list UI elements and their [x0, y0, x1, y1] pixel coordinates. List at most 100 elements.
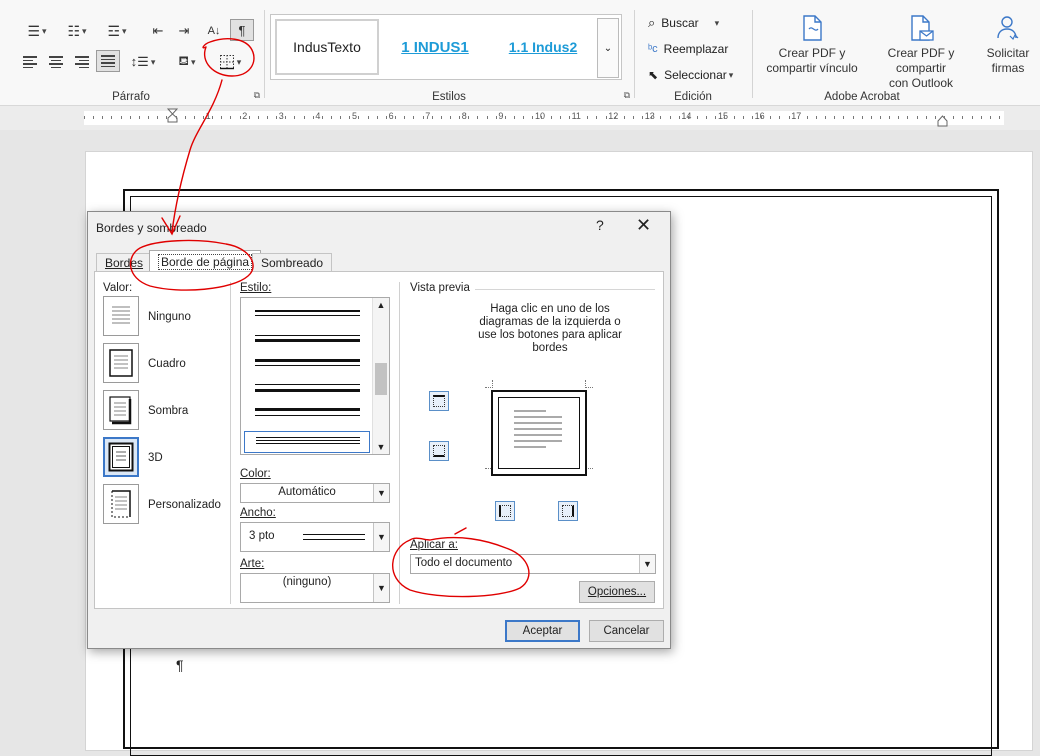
top-border-button[interactable] — [429, 391, 449, 411]
multilevel-list-button[interactable]: ☲ ▾ — [100, 20, 134, 42]
ruler-tick — [468, 116, 469, 119]
decrease-indent-button[interactable]: ⇤ — [146, 20, 170, 42]
right-indent-marker[interactable] — [937, 114, 948, 128]
cancel-button[interactable]: Cancelar — [589, 620, 664, 642]
create-pdf-outlook-line2: con Outlook — [888, 76, 954, 90]
align-left-button[interactable] — [18, 51, 42, 73]
paragraph-launcher-icon[interactable]: ⧉ — [254, 90, 260, 101]
line-style-option[interactable] — [255, 310, 360, 316]
apply-to-select[interactable]: Todo el documento ▼ — [410, 554, 656, 574]
bullets-button[interactable]: ☰ ▾ — [20, 20, 54, 42]
scroll-down-icon[interactable]: ▼ — [373, 442, 389, 452]
borders-button[interactable]: ▾ — [210, 51, 250, 73]
sort-button[interactable]: A↓ — [202, 20, 226, 42]
left-border-button[interactable] — [495, 501, 515, 521]
ruler-tick — [185, 116, 186, 119]
ruler-tick — [724, 116, 725, 119]
multilevel-list-icon: ☲ — [107, 22, 121, 39]
numbering-button[interactable]: ☷ ▾ — [60, 20, 94, 42]
line-style-option[interactable] — [255, 408, 360, 416]
line-spacing-button[interactable]: ↕☰ ▾ — [126, 51, 160, 73]
right-border-button[interactable] — [558, 501, 578, 521]
scroll-up-icon[interactable]: ▲ — [373, 300, 389, 310]
ruler-tick — [679, 116, 680, 119]
doc-shadow-icon — [109, 396, 132, 425]
ruler-tick — [285, 116, 286, 119]
ruler-tick — [176, 116, 177, 119]
chevron-down-icon[interactable]: ▼ — [373, 523, 389, 551]
shading-button[interactable]: ⛾ ▾ — [170, 51, 204, 73]
ruler-number: 8 — [461, 111, 467, 121]
setting-custom-label[interactable]: Personalizado — [148, 499, 221, 511]
width-select[interactable]: 3 pto ▼ — [240, 522, 390, 552]
preview-divider — [475, 289, 655, 290]
create-pdf-outlook-button[interactable]: Crear PDF y compartir con Outlook — [862, 14, 980, 91]
style-industexto[interactable]: IndusTexto — [275, 19, 379, 75]
ruler-tick — [221, 116, 222, 119]
show-formatting-button[interactable]: ¶ — [230, 19, 254, 41]
line-style-option-selected[interactable] — [244, 431, 370, 453]
ruler-tick — [294, 116, 295, 119]
line-style-option[interactable] — [255, 359, 360, 366]
tab-shading[interactable]: Sombreado — [252, 253, 333, 272]
tab-borders[interactable]: Bordes — [96, 253, 153, 272]
style-indus1[interactable]: 1 INDUS1 — [383, 19, 487, 75]
ruler-tick — [313, 116, 314, 119]
bottom-border-button[interactable] — [429, 441, 449, 461]
setting-box-icon[interactable] — [103, 343, 139, 383]
setting-shadow-icon[interactable] — [103, 390, 139, 430]
align-right-button[interactable] — [70, 51, 94, 73]
ruler-tick — [706, 116, 707, 119]
scrollbar-thumb[interactable] — [375, 363, 387, 395]
art-select[interactable]: (ninguno) ▼ — [240, 573, 390, 603]
setting-3d-label[interactable]: 3D — [148, 452, 163, 464]
align-center-button[interactable] — [44, 51, 68, 73]
tab-page-border[interactable]: Borde de página — [149, 250, 262, 273]
styles-launcher-icon[interactable]: ⧉ — [624, 90, 630, 101]
chevron-down-icon[interactable]: ▼ — [639, 555, 655, 573]
border-preview[interactable] — [491, 390, 587, 476]
setting-none-label[interactable]: Ninguno — [148, 311, 191, 323]
request-signatures-button[interactable]: Solicitar firmas — [982, 14, 1034, 76]
replace-button[interactable]: ᵇc Reemplazar — [648, 39, 728, 59]
help-button[interactable]: ? — [596, 217, 604, 233]
line-style-list[interactable]: ▲ ▼ — [240, 297, 390, 455]
setting-shadow-label[interactable]: Sombra — [148, 405, 188, 417]
divider — [399, 282, 400, 604]
line-spacing-icon: ↕☰ — [130, 54, 149, 69]
ruler-tick — [386, 116, 387, 119]
line-style-option[interactable] — [255, 384, 360, 392]
create-pdf-outlook-line1: Crear PDF y compartir — [887, 46, 955, 75]
setting-custom-icon[interactable] — [103, 484, 139, 524]
justify-button[interactable] — [96, 50, 120, 72]
style-indus2[interactable]: 1.1 Indus2 — [491, 19, 595, 75]
create-pdf-label-line1: Crear PDF y — [778, 46, 846, 60]
find-button[interactable]: ⌕ Buscar ▾ — [648, 13, 719, 33]
pilcrow-icon: ¶ — [238, 22, 246, 38]
horizontal-ruler[interactable]: 1 2 3 4 5 6 7 8 9 10 11 12 13 14 15 16 17 — [0, 106, 1040, 130]
setting-3d-icon[interactable] — [103, 437, 139, 477]
chevron-down-icon: ▾ — [42, 25, 47, 36]
styles-more-button[interactable]: ⌄ — [597, 18, 619, 78]
color-select[interactable]: Automático ▼ — [240, 483, 390, 503]
ok-button[interactable]: Aceptar — [505, 620, 580, 642]
chevron-down-icon: ▾ — [728, 69, 734, 80]
divider — [264, 10, 265, 98]
ruler-tick — [322, 116, 323, 119]
close-icon[interactable]: ✕ — [636, 215, 651, 236]
ruler-tick — [907, 116, 908, 119]
create-pdf-share-link-button[interactable]: Crear PDF y compartir vínculo — [760, 14, 864, 76]
line-style-scrollbar[interactable]: ▲ ▼ — [372, 298, 389, 454]
chevron-down-icon[interactable]: ▼ — [373, 574, 389, 602]
page-border-tab-panel: Valor: Ninguno Cuadro Sombra 3D Personal… — [94, 271, 664, 609]
options-button[interactable]: Opciones... — [579, 581, 655, 603]
ruler-tick — [917, 116, 918, 119]
chevron-down-icon[interactable]: ▼ — [373, 484, 389, 502]
increase-indent-button[interactable]: ⇥ — [172, 20, 196, 42]
setting-box-label[interactable]: Cuadro — [148, 358, 186, 370]
corner-mark — [585, 380, 593, 388]
select-button[interactable]: ⬉ Seleccionar ▾ — [648, 65, 733, 85]
setting-none-icon[interactable] — [103, 296, 139, 336]
line-style-option[interactable] — [255, 335, 360, 342]
ruler-tick — [358, 116, 359, 119]
